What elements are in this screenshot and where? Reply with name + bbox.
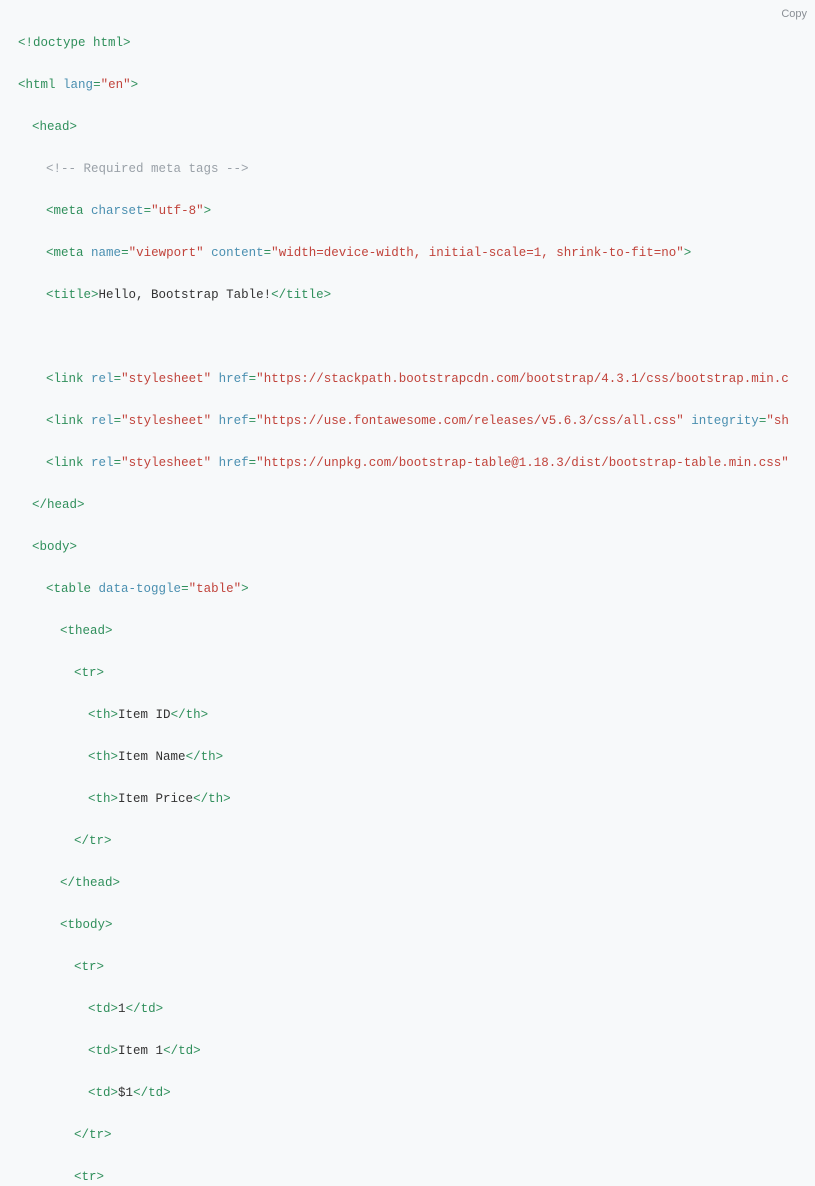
code-line: <td>$1</td> (18, 1083, 815, 1104)
blank-line (18, 327, 815, 348)
code-line: <!doctype html> (18, 33, 815, 54)
code-line: <meta name="viewport" content="width=dev… (18, 243, 815, 264)
code-line: </thead> (18, 873, 815, 894)
code-line: </head> (18, 495, 815, 516)
code-line: <link rel="stylesheet" href="https://sta… (18, 369, 815, 390)
code-line: <!-- Required meta tags --> (18, 159, 815, 180)
code-line: <th>Item ID</th> (18, 705, 815, 726)
code-line: <table data-toggle="table"> (18, 579, 815, 600)
code-line: <tr> (18, 957, 815, 978)
code-line: <tr> (18, 663, 815, 684)
code-line: <th>Item Name</th> (18, 747, 815, 768)
code-line: <thead> (18, 621, 815, 642)
doctype: <!doctype html> (18, 36, 131, 50)
code-line: </tr> (18, 1125, 815, 1146)
code-line: <tbody> (18, 915, 815, 936)
code-block: <!doctype html> <html lang="en"> <head> … (18, 12, 815, 1186)
code-line: <link rel="stylesheet" href="https://use… (18, 411, 815, 432)
code-line: <title>Hello, Bootstrap Table!</title> (18, 285, 815, 306)
copy-button[interactable]: Copy (777, 2, 811, 27)
code-line: <body> (18, 537, 815, 558)
code-line: <head> (18, 117, 815, 138)
code-line: </tr> (18, 831, 815, 852)
code-line: <meta charset="utf-8"> (18, 201, 815, 222)
code-line: <td>Item 1</td> (18, 1041, 815, 1062)
code-line: <tr> (18, 1167, 815, 1186)
code-line: <html lang="en"> (18, 75, 815, 96)
code-line: <link rel="stylesheet" href="https://unp… (18, 453, 815, 474)
code-line: <th>Item Price</th> (18, 789, 815, 810)
code-line: <td>1</td> (18, 999, 815, 1020)
